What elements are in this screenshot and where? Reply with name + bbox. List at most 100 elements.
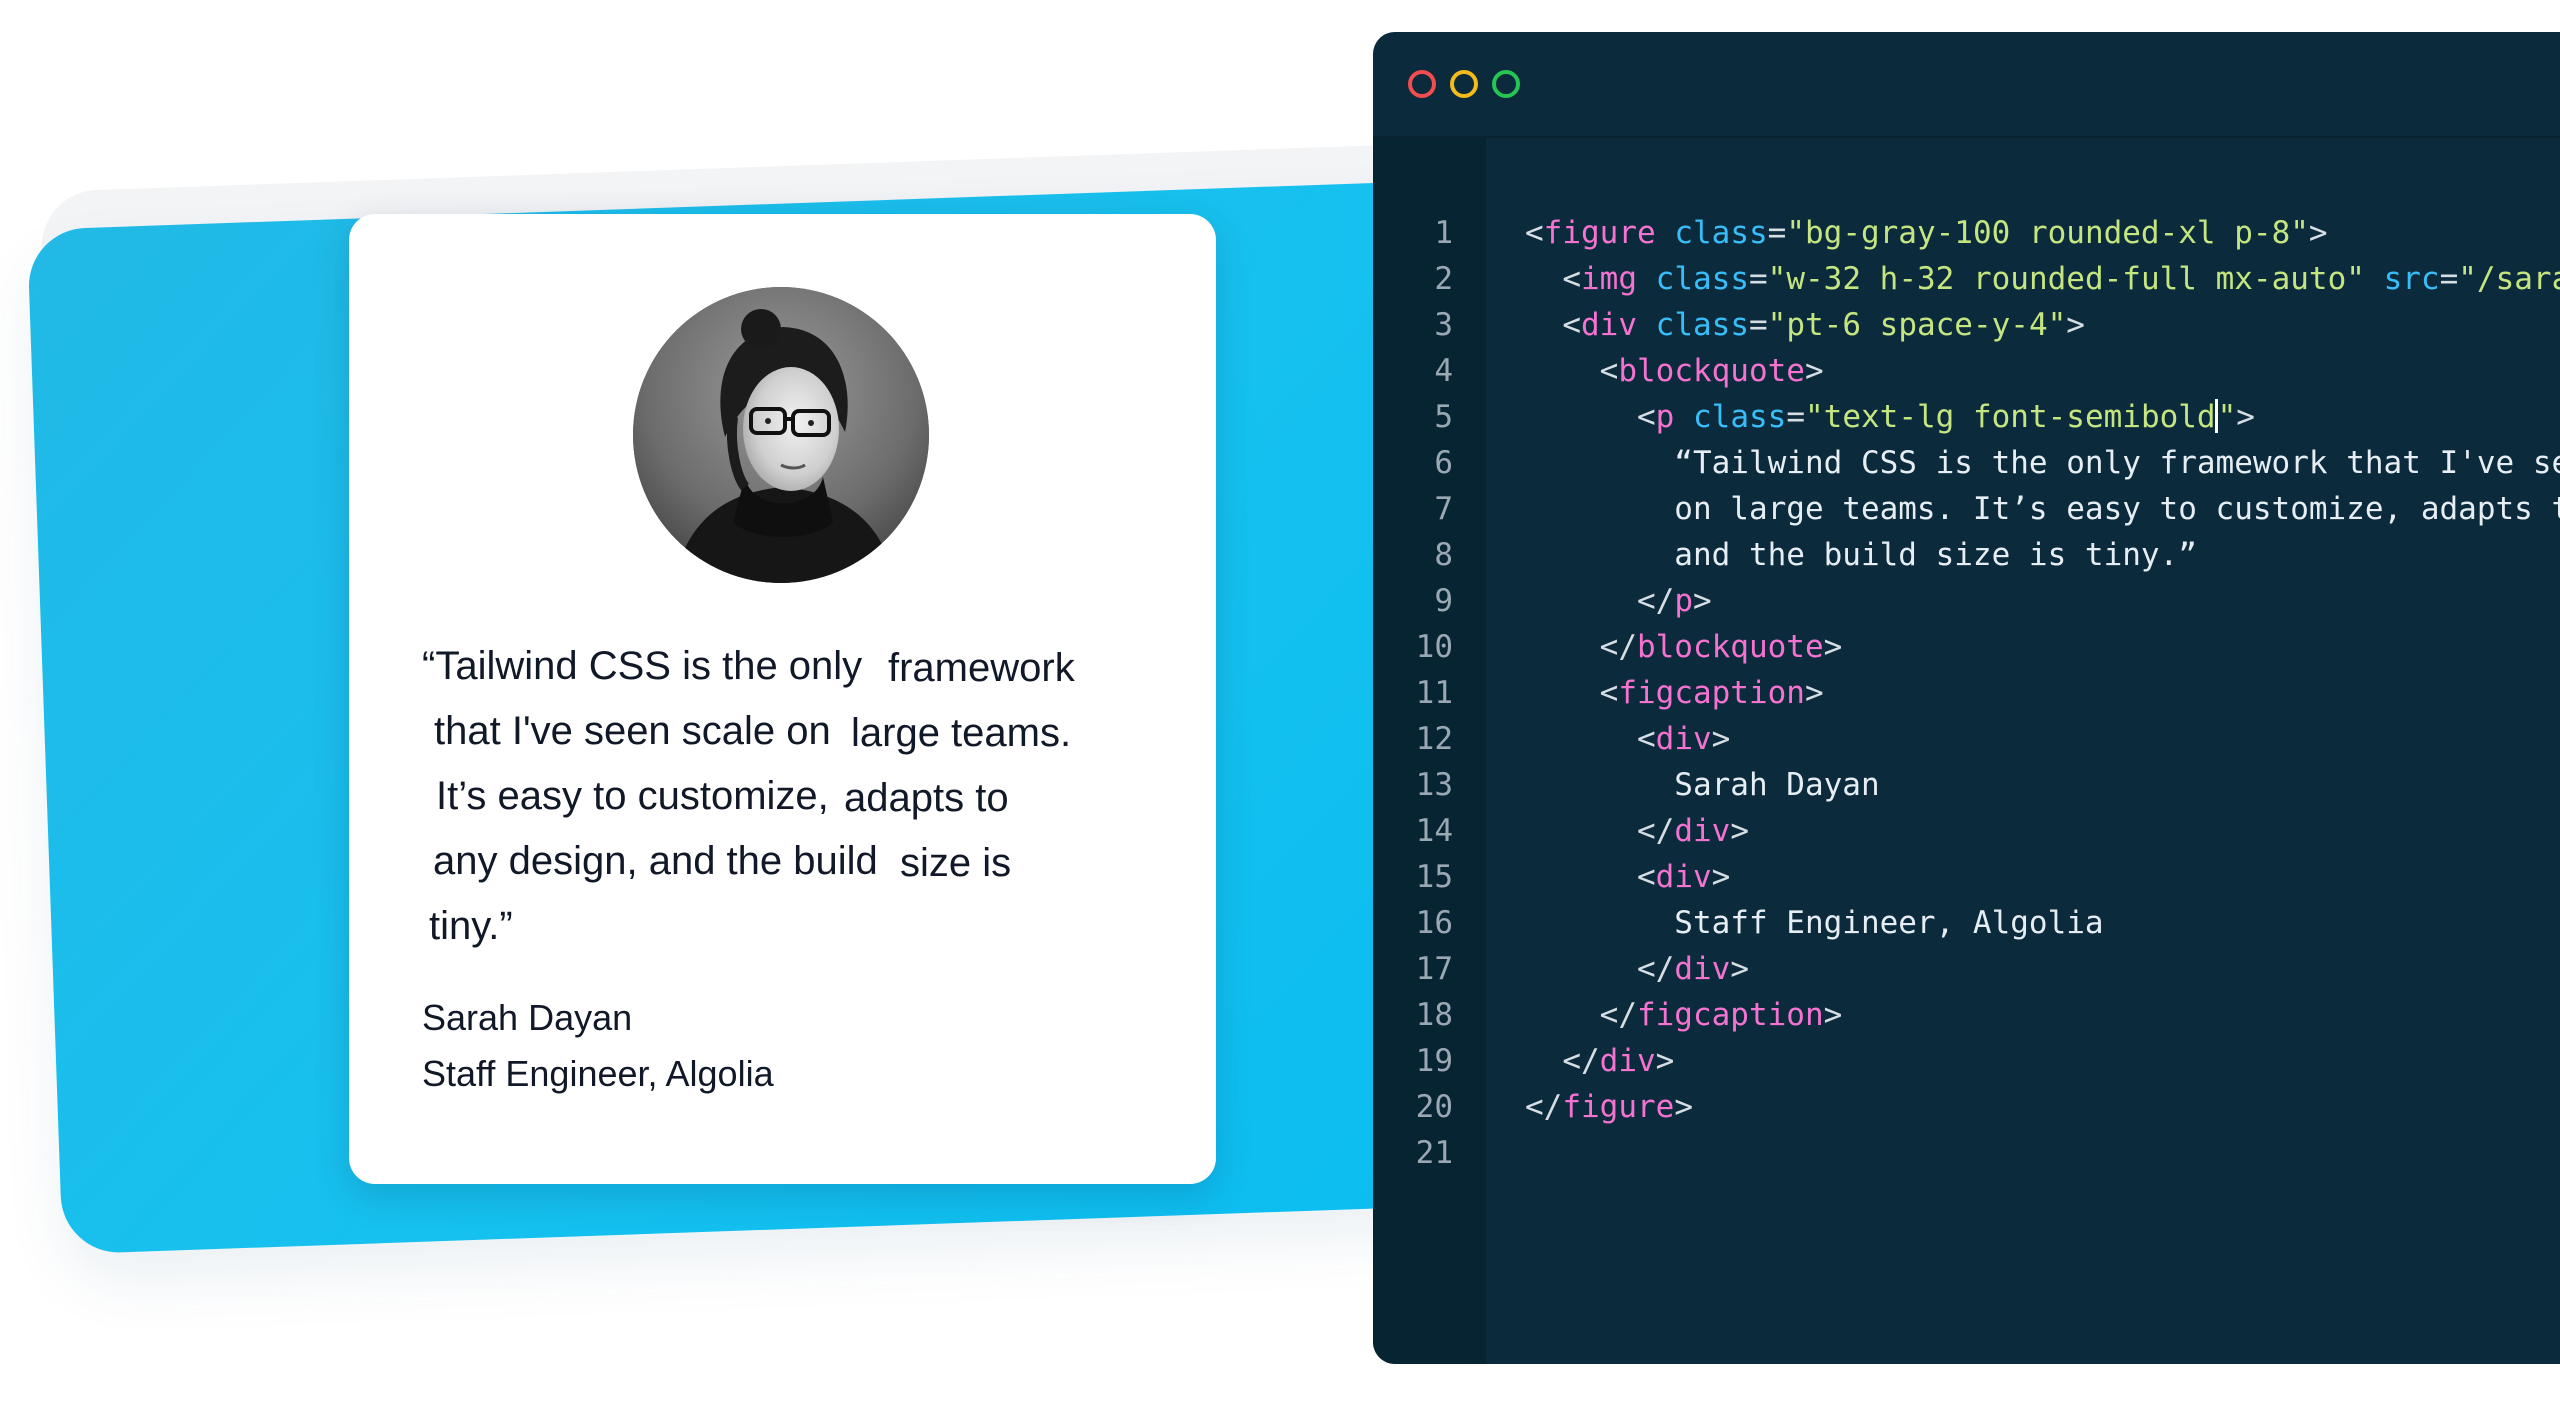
- line-number: 10: [1415, 629, 1453, 665]
- code-line: <blockquote>: [1525, 348, 2560, 394]
- code-token-punct: >: [1730, 951, 1749, 987]
- code-line: <div class="pt-6 space-y-4">: [1525, 302, 2560, 348]
- code-token-punct: </: [1636, 951, 1675, 987]
- code-token-punct: >: [1655, 1043, 1675, 1079]
- code-line: <img class="w-32 h-32 rounded-full mx-au…: [1525, 256, 2560, 302]
- code-area[interactable]: <figure class="bg-gray-100 rounded-xl p-…: [1525, 210, 2560, 1176]
- code-token-punct: <: [1562, 307, 1581, 343]
- code-token-tag: figure: [1562, 1089, 1675, 1125]
- code-token-tag: div: [1599, 1043, 1656, 1079]
- code-token-str: "pt-6 space-y-4": [1767, 307, 2067, 343]
- code-token-punct: >: [1730, 813, 1749, 849]
- code-line: Sarah Dayan: [1525, 762, 2560, 808]
- quote-fragment: adapts to: [844, 776, 1009, 820]
- avatar-portrait-image: [633, 287, 929, 583]
- line-number: 21: [1415, 1135, 1453, 1171]
- code-token-punct: >: [1692, 583, 1712, 619]
- code-token-punct: <: [1636, 859, 1656, 895]
- code-line: </div>: [1525, 946, 2560, 992]
- code-token-punct: >: [1823, 629, 1843, 665]
- line-number: 6: [1434, 445, 1453, 481]
- code-line: <figcaption>: [1525, 670, 2560, 716]
- code-line: </div>: [1525, 1038, 2560, 1084]
- code-token-text: and the build size is tiny.”: [1525, 537, 2197, 573]
- code-line: </p>: [1525, 578, 2560, 624]
- quote-fragment: It’s easy to customize,: [436, 774, 829, 818]
- code-token-tag: figcaption: [1618, 675, 1805, 711]
- code-token-attr: class: [1655, 261, 1749, 297]
- code-token-attr: class: [1693, 399, 1787, 435]
- code-token-str: "/sarah-dayan.jpg": [2458, 261, 2560, 297]
- line-number: 20: [1415, 1089, 1453, 1125]
- quote-fragment: tiny.”: [429, 904, 513, 948]
- code-editor-window: 1 2 3 4 5 6 7 8 9 10 11 12 13 14 15 16 17 18 19 20 21 <figur…: [1373, 32, 2560, 1364]
- code-token-tag: blockquote: [1636, 629, 1824, 665]
- author-title: Staff Engineer, Algolia: [422, 1053, 774, 1094]
- code-token-punct: </: [1525, 1089, 1563, 1125]
- code-line: on large teams. It’s easy to customize, …: [1525, 486, 2560, 532]
- code-token-text: Staff Engineer, Algolia: [1525, 905, 2104, 941]
- code-line: </div>: [1525, 808, 2560, 854]
- code-token-punct: </: [1636, 813, 1675, 849]
- code-token-tag: p: [1674, 583, 1693, 619]
- code-line: <figure class="bg-gray-100 rounded-xl p-…: [1525, 210, 2560, 256]
- code-token-tag: blockquote: [1618, 353, 1805, 389]
- code-token-punct: </: [1599, 629, 1637, 665]
- code-token-punct: <: [1599, 353, 1619, 389]
- code-token-tag: div: [1674, 813, 1731, 849]
- line-number: 4: [1434, 353, 1453, 389]
- code-token-str: ": [2217, 399, 2237, 435]
- line-number: 17: [1415, 951, 1453, 987]
- code-token-punct: >: [2066, 307, 2085, 343]
- quote-fragment: that I've seen scale on: [434, 709, 831, 753]
- code-line: </figure>: [1525, 1084, 2560, 1130]
- code-token-punct: <: [1636, 399, 1656, 435]
- code-line: Staff Engineer, Algolia: [1525, 900, 2560, 946]
- code-token-tag: div: [1674, 951, 1731, 987]
- line-number: 14: [1415, 813, 1453, 849]
- code-token-tag: figure: [1543, 215, 1656, 251]
- quote-fragment: large teams.: [851, 711, 1072, 755]
- code-token-punct: <: [1636, 721, 1656, 757]
- close-icon[interactable]: [1408, 70, 1436, 98]
- line-number: 9: [1434, 583, 1453, 619]
- code-token-attr: class: [1655, 307, 1749, 343]
- code-token-punct: =: [1786, 399, 1805, 435]
- code-line: </blockquote>: [1525, 624, 2560, 670]
- minimize-icon[interactable]: [1450, 70, 1478, 98]
- line-number: 3: [1434, 307, 1453, 343]
- code-token-punct: <: [1562, 261, 1581, 297]
- line-number: 18: [1415, 997, 1453, 1033]
- code-token-punct: >: [1674, 1089, 1693, 1125]
- code-token-text: Sarah Dayan: [1525, 767, 1880, 803]
- code-token-punct: <: [1599, 675, 1619, 711]
- code-token-punct: =: [1749, 307, 1768, 343]
- line-number: 16: [1415, 905, 1453, 941]
- code-token-punct: =: [1749, 261, 1768, 297]
- code-token-str: "bg-gray-100 rounded-xl p-8": [1786, 215, 2309, 251]
- line-number: 7: [1434, 491, 1453, 527]
- line-numbers: 1 2 3 4 5 6 7 8 9 10 11 12 13 14 15 16 17 18 19 20 21: [1373, 210, 1453, 1176]
- code-token-punct: </: [1636, 583, 1675, 619]
- code-token-punct: </: [1562, 1043, 1600, 1079]
- code-token-tag: div: [1581, 307, 1637, 343]
- code-token-punct: <: [1525, 215, 1544, 251]
- code-line: </figcaption>: [1525, 992, 2560, 1038]
- code-token-punct: >: [1711, 721, 1731, 757]
- code-line: <div>: [1525, 854, 2560, 900]
- zoom-icon[interactable]: [1492, 70, 1520, 98]
- line-number: 15: [1415, 859, 1453, 895]
- line-number: 11: [1415, 675, 1453, 711]
- line-number: 2: [1434, 261, 1453, 297]
- code-token-punct: >: [2236, 399, 2255, 435]
